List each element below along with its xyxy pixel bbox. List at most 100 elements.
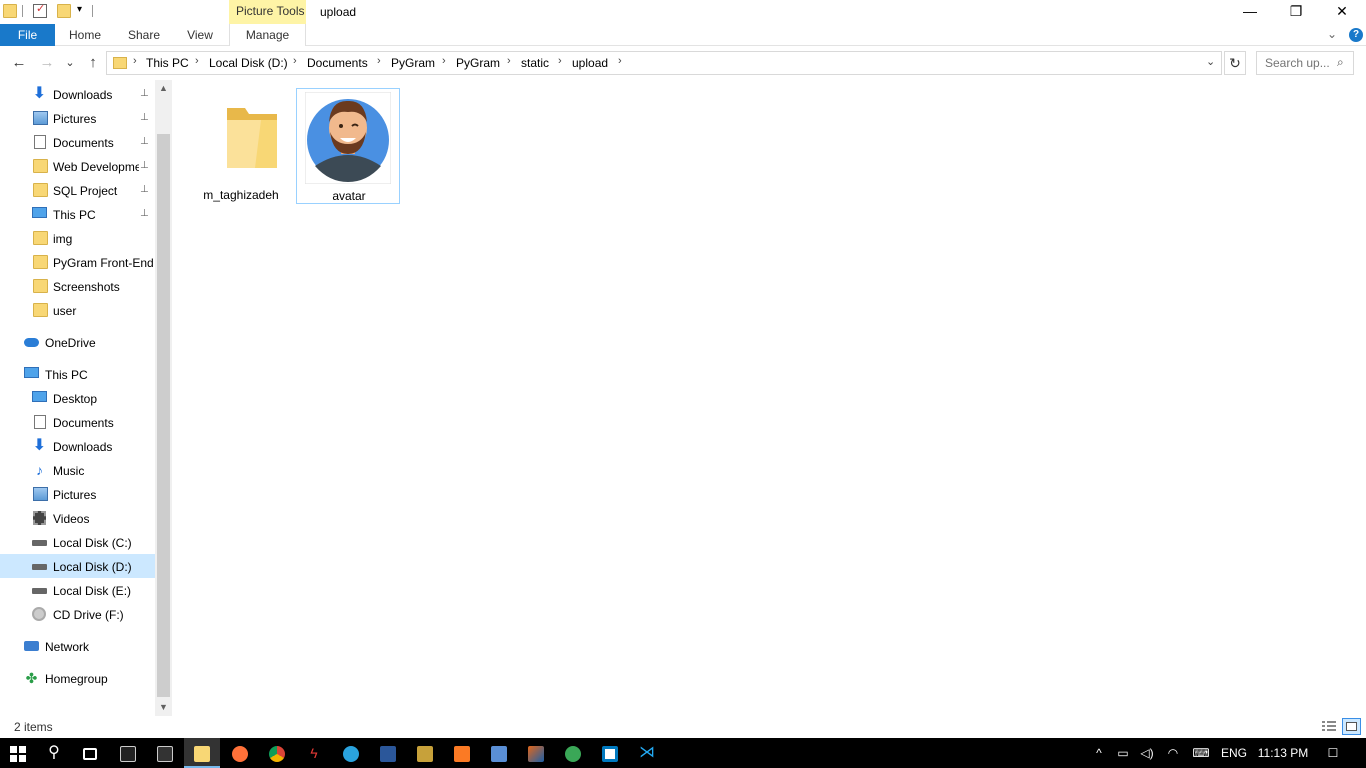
show-hidden-icons[interactable]: ^ bbox=[1090, 738, 1108, 768]
nav-item-user[interactable]: user bbox=[0, 298, 155, 322]
nav-item-web-development[interactable]: Web Developme ⊥ bbox=[0, 154, 155, 178]
nav-item-local-disk-e[interactable]: Local Disk (E:) bbox=[0, 578, 155, 602]
tab-manage[interactable]: Manage bbox=[229, 24, 306, 46]
up-button[interactable]: ↑ bbox=[82, 53, 104, 73]
minimize-button[interactable]: — bbox=[1227, 0, 1273, 24]
tab-file[interactable]: File bbox=[0, 24, 55, 46]
xampp-icon[interactable] bbox=[444, 738, 480, 768]
nav-item-pictures-pc[interactable]: Pictures bbox=[0, 482, 155, 506]
breadcrumb-documents[interactable]: Documents bbox=[307, 56, 368, 70]
tab-home[interactable]: Home bbox=[63, 24, 107, 46]
clock[interactable]: 11:13 PM bbox=[1256, 738, 1310, 768]
folder-icon bbox=[33, 255, 48, 269]
search-input[interactable] bbox=[1265, 56, 1335, 70]
file-explorer-icon[interactable] bbox=[184, 738, 220, 768]
virtualbox-icon[interactable] bbox=[481, 738, 517, 768]
nav-item-sql-project[interactable]: SQL Project ⊥ bbox=[0, 178, 155, 202]
address-dropdown-icon[interactable]: ⌄ bbox=[1206, 55, 1215, 68]
nav-item-videos[interactable]: Videos bbox=[0, 506, 155, 530]
flash-icon[interactable]: ϟ bbox=[296, 738, 332, 768]
refresh-button[interactable]: ↻ bbox=[1224, 51, 1246, 75]
maximize-button[interactable]: ❐ bbox=[1273, 0, 1319, 24]
nav-item-downloads[interactable]: ⬇ Downloads ⊥ bbox=[0, 82, 155, 106]
volume-icon[interactable]: ◁) bbox=[1137, 738, 1157, 768]
task-view-icon[interactable] bbox=[72, 738, 108, 768]
nav-item-cd-drive-f[interactable]: CD Drive (F:) bbox=[0, 602, 155, 626]
nav-item-documents-pc[interactable]: Documents bbox=[0, 410, 155, 434]
file-list[interactable]: m_taghizadeh avatar bbox=[172, 80, 1366, 716]
scroll-thumb[interactable] bbox=[157, 134, 170, 697]
chevron-right-icon[interactable]: › bbox=[507, 55, 511, 67]
scroll-up-icon[interactable]: ▲ bbox=[155, 80, 172, 97]
scroll-down-icon[interactable]: ▼ bbox=[155, 699, 172, 716]
nav-item-pictures[interactable]: Pictures ⊥ bbox=[0, 106, 155, 130]
folder-icon bbox=[33, 279, 48, 293]
breadcrumb-static[interactable]: static bbox=[521, 56, 549, 70]
firefox-icon[interactable] bbox=[222, 738, 258, 768]
chevron-right-icon[interactable]: › bbox=[293, 55, 297, 67]
wifi-icon[interactable]: ◠ bbox=[1162, 738, 1184, 768]
command-prompt-icon[interactable] bbox=[110, 738, 146, 768]
breadcrumb-this-pc[interactable]: This PC bbox=[146, 56, 189, 70]
app-icon[interactable] bbox=[407, 738, 443, 768]
breadcrumb-local-disk-d[interactable]: Local Disk (D:) bbox=[209, 56, 288, 70]
trello-icon[interactable] bbox=[592, 738, 628, 768]
folder-icon bbox=[3, 4, 17, 18]
customize-toolbar-icon[interactable]: ▾ bbox=[77, 4, 82, 15]
nav-item-local-disk-d[interactable]: Local Disk (D:) bbox=[0, 554, 155, 578]
nav-item-pygram-front-end[interactable]: PyGram Front-End bbox=[0, 250, 155, 274]
chrome-icon[interactable] bbox=[259, 738, 295, 768]
tab-share[interactable]: Share bbox=[123, 24, 165, 46]
search-icon[interactable]: ⚲ bbox=[36, 738, 72, 768]
nav-item-img[interactable]: img bbox=[0, 226, 155, 250]
chevron-right-icon[interactable]: › bbox=[195, 55, 199, 67]
details-view-icon[interactable] bbox=[1321, 719, 1337, 733]
nav-item-this-pc[interactable]: This PC bbox=[0, 362, 155, 386]
search-icon[interactable]: ⌕ bbox=[1337, 55, 1344, 70]
back-button[interactable]: ← bbox=[8, 53, 30, 73]
nav-item-local-disk-c[interactable]: Local Disk (C:) bbox=[0, 530, 155, 554]
breadcrumb-pygram-inner[interactable]: PyGram bbox=[456, 56, 500, 70]
chevron-right-icon[interactable]: › bbox=[133, 55, 137, 67]
nav-item-music[interactable]: ♪ Music bbox=[0, 458, 155, 482]
address-bar[interactable]: › This PC › Local Disk (D:) › Documents … bbox=[106, 51, 1222, 75]
expand-ribbon-icon[interactable]: ⌄ bbox=[1327, 27, 1337, 41]
breadcrumb-pygram[interactable]: PyGram bbox=[391, 56, 435, 70]
chevron-right-icon[interactable]: › bbox=[377, 55, 381, 67]
file-item-folder[interactable]: m_taghizadeh bbox=[189, 88, 293, 204]
close-button[interactable]: ✕ bbox=[1319, 0, 1365, 24]
matlab-icon[interactable] bbox=[518, 738, 554, 768]
start-button[interactable] bbox=[0, 738, 36, 768]
word-icon[interactable] bbox=[370, 738, 406, 768]
new-folder-icon[interactable] bbox=[57, 4, 71, 18]
chevron-right-icon[interactable]: › bbox=[442, 55, 446, 67]
recent-locations-button[interactable]: ⌄ bbox=[62, 53, 78, 73]
vscode-icon[interactable]: ⋊ bbox=[629, 738, 665, 768]
nav-item-screenshots[interactable]: Screenshots bbox=[0, 274, 155, 298]
properties-icon[interactable] bbox=[33, 2, 47, 18]
tab-view[interactable]: View bbox=[181, 24, 219, 46]
keyboard-icon[interactable]: ⌨ bbox=[1188, 738, 1214, 768]
nav-item-onedrive[interactable]: OneDrive bbox=[0, 330, 155, 354]
language-indicator[interactable]: ENG bbox=[1218, 738, 1250, 768]
battery-icon[interactable]: ▭ bbox=[1112, 738, 1134, 768]
nav-item-network[interactable]: Network bbox=[0, 634, 155, 658]
action-center-icon[interactable]: ☐ bbox=[1320, 738, 1346, 768]
network-app-icon[interactable] bbox=[555, 738, 591, 768]
large-icons-view-icon[interactable] bbox=[1342, 718, 1361, 735]
chevron-right-icon[interactable]: › bbox=[558, 55, 562, 67]
search-box[interactable]: ⌕ bbox=[1256, 51, 1354, 75]
nav-item-desktop[interactable]: Desktop bbox=[0, 386, 155, 410]
nav-item-this-pc-pinned[interactable]: This PC ⊥ bbox=[0, 202, 155, 226]
nav-scrollbar[interactable]: ▲ ▼ bbox=[155, 80, 172, 716]
terminal-icon[interactable] bbox=[147, 738, 183, 768]
nav-item-homegroup[interactable]: ✤ Homegroup bbox=[0, 666, 155, 690]
forward-button[interactable]: → bbox=[36, 53, 58, 73]
breadcrumb-upload[interactable]: upload bbox=[572, 56, 608, 70]
help-icon[interactable]: ? bbox=[1349, 28, 1363, 42]
nav-item-downloads-pc[interactable]: ⬇ Downloads bbox=[0, 434, 155, 458]
chevron-right-icon[interactable]: › bbox=[618, 55, 622, 67]
telegram-icon[interactable] bbox=[333, 738, 369, 768]
nav-item-documents[interactable]: Documents ⊥ bbox=[0, 130, 155, 154]
file-item-image[interactable]: avatar bbox=[296, 88, 400, 204]
